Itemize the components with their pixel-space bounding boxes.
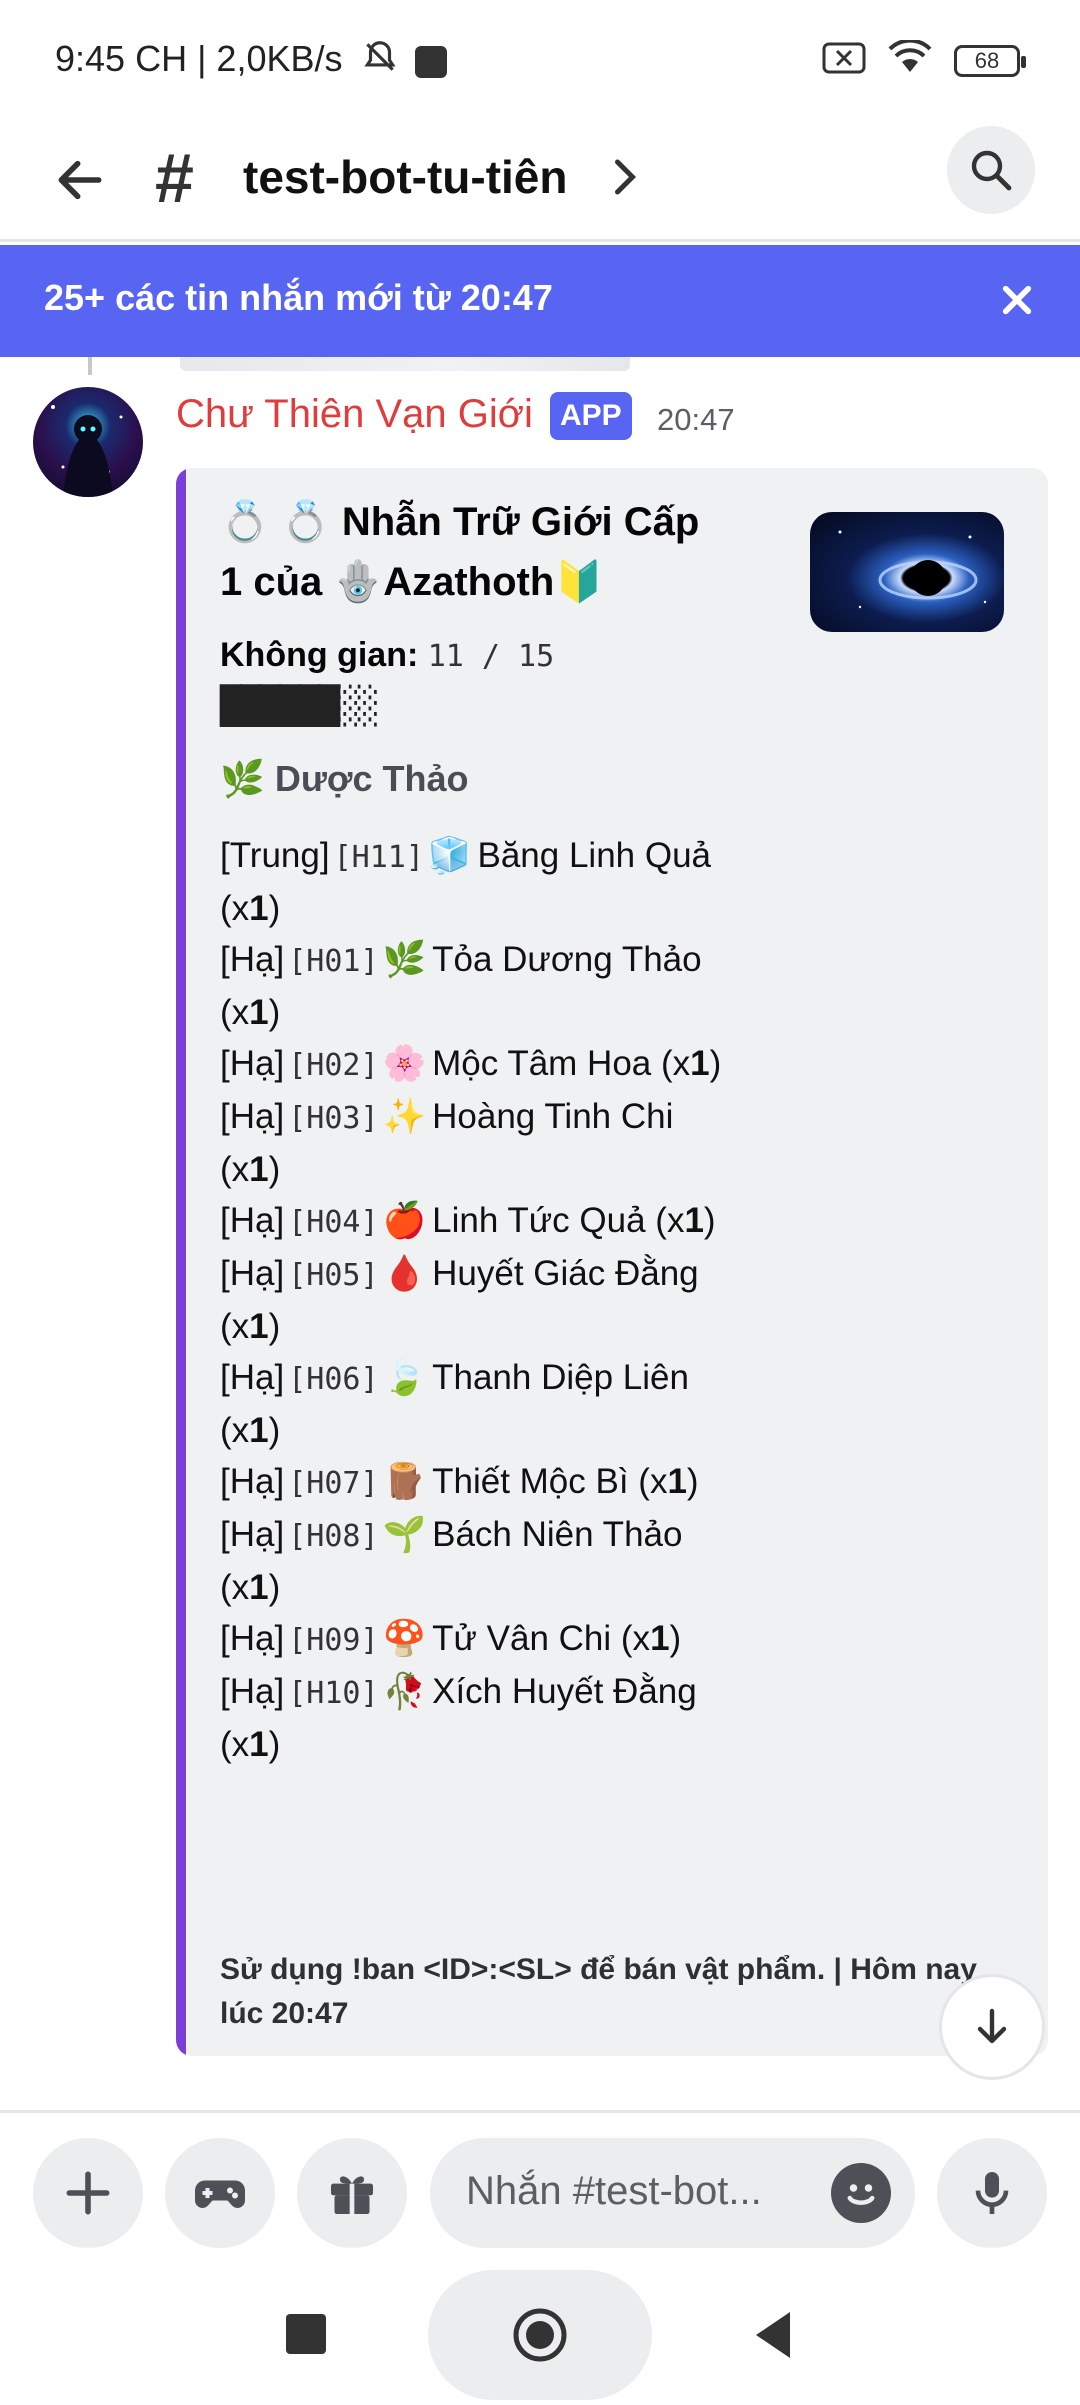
microphone-icon — [975, 2172, 1009, 2214]
status-icons: 68 — [822, 38, 1026, 81]
list-item: [Hạ] [H07] 🪵 Thiết Mộc Bì (x1) — [220, 1462, 699, 1501]
search-button[interactable] — [947, 126, 1035, 214]
plus-icon — [66, 2171, 110, 2215]
status-bar: 9:45 CH | 2,0KB/s 68 — [0, 0, 1080, 120]
embed-title: 💍 💍 Nhẫn Trữ Giới Cấp 1 của 🪬Azathoth🔰 — [220, 492, 740, 612]
recent-apps-button[interactable] — [286, 2314, 326, 2354]
embed-title-line2: 1 của 🪬Azathoth🔰 — [220, 560, 605, 604]
gift-button[interactable] — [297, 2138, 407, 2248]
embed-accent-bar — [176, 468, 186, 2056]
message-author[interactable]: Chư Thiên Vạn Giới — [176, 392, 533, 437]
gift-icon — [331, 2176, 373, 2214]
section-title: 🌿 Dược Thảo — [220, 758, 469, 799]
sim-off-icon — [822, 42, 866, 79]
channel-name[interactable]: test-bot-tu-tiên — [243, 147, 567, 207]
space-line: Không gian: 11 / 15 — [220, 636, 554, 675]
embed-footer: Sử dụng !ban <ID>:<SL> để bán vật phẩm. … — [220, 1953, 977, 2030]
space-progress-bar: ██████░░ — [220, 686, 379, 727]
list-item: [Hạ] [H02] 🌸 Mộc Tâm Hoa (x1) — [220, 1044, 722, 1083]
message-embed: 💍 💍 Nhẫn Trữ Giới Cấp 1 của 🪬Azathoth🔰 K… — [176, 468, 1048, 2056]
previous-message-fragment — [180, 357, 630, 371]
avatar[interactable] — [33, 387, 143, 497]
list-item: [Hạ] [H06] 🍃 Thanh Diệp Liên (x1) — [220, 1358, 689, 1450]
battery-level: 68 — [974, 47, 1000, 73]
home-button[interactable] — [428, 2270, 652, 2400]
back-button[interactable] — [40, 140, 120, 220]
battery-icon: 68 — [954, 44, 1026, 77]
list-item: [Hạ] [H09] 🍄 Tử Vân Chi (x1) — [220, 1619, 682, 1658]
arrow-down-icon — [977, 2008, 1007, 2044]
status-time: 9:45 CH | 2,0KB/s — [55, 38, 447, 85]
message-input-placeholder: Nhắn #test-bot... — [466, 2169, 762, 2213]
list-item: [Hạ] [H01] 🌿 Tỏa Dương Thảo (x1) — [220, 940, 702, 1032]
notification-square-icon — [414, 45, 447, 78]
message-timestamp: 20:47 — [657, 402, 735, 437]
avatar-image — [51, 405, 123, 497]
space-value: 11 / 15 — [427, 639, 555, 674]
embed-thumbnail[interactable] — [810, 512, 1004, 632]
reply-line — [88, 357, 92, 375]
back-nav-button[interactable] — [752, 2310, 792, 2365]
chevron-right-icon[interactable] — [610, 152, 640, 207]
voice-message-button[interactable] — [937, 2138, 1047, 2248]
triangle-back-icon — [756, 2312, 790, 2358]
emoji-button[interactable] — [831, 2163, 891, 2223]
app-badge: APP — [550, 392, 632, 440]
hash-icon: # — [155, 139, 194, 217]
bell-off-icon — [361, 38, 399, 85]
list-item: [Hạ] [H05] 🩸 Huyết Giác Đằng (x1) — [220, 1254, 699, 1346]
black-hole-image — [838, 530, 987, 609]
add-attachment-button[interactable] — [33, 2138, 143, 2248]
list-item: [Hạ] [H03] ✨ Hoàng Tinh Chi (x1) — [220, 1097, 674, 1189]
message-input[interactable]: Nhắn #test-bot... — [430, 2138, 915, 2248]
space-label: Không gian: — [220, 636, 419, 674]
search-icon — [971, 150, 1012, 191]
jump-to-bottom-button[interactable] — [939, 1974, 1045, 2080]
composer-divider — [0, 2110, 1080, 2113]
new-messages-text: 25+ các tin nhắn mới từ 20:47 — [44, 277, 553, 318]
list-item: [Hạ] [H04] 🍎 Linh Tức Quả (x1) — [220, 1201, 716, 1240]
home-icon — [513, 2308, 567, 2362]
list-item: [Hạ] [H08] 🌱 Bách Niên Thảo (x1) — [220, 1515, 683, 1607]
gamepad-icon — [195, 2180, 245, 2208]
list-item: [Trung] [H11] 🧊 Băng Linh Quả (x1) — [220, 836, 712, 928]
wifi-icon — [888, 38, 932, 81]
banner-close-button[interactable] — [992, 275, 1042, 325]
arrow-left-icon — [58, 160, 102, 200]
new-messages-banner[interactable]: 25+ các tin nhắn mới từ 20:47 — [0, 245, 1080, 357]
channel-header: # test-bot-tu-tiên — [0, 120, 1080, 242]
list-item: [Hạ] [H10] 🥀 Xích Huyết Đằng (x1) — [220, 1672, 697, 1764]
emoji-icon — [847, 2184, 875, 2205]
status-time-text: 9:45 CH | 2,0KB/s — [55, 38, 343, 80]
activities-button[interactable] — [165, 2138, 275, 2248]
system-nav-bar — [0, 2270, 1080, 2400]
item-list: [Trung] [H11] 🧊 Băng Linh Quả (x1) [Hạ] [H01… — [220, 830, 740, 1770]
close-icon — [1002, 285, 1032, 315]
embed-title-line1: 💍 💍 Nhẫn Trữ Giới Cấp — [220, 500, 700, 544]
